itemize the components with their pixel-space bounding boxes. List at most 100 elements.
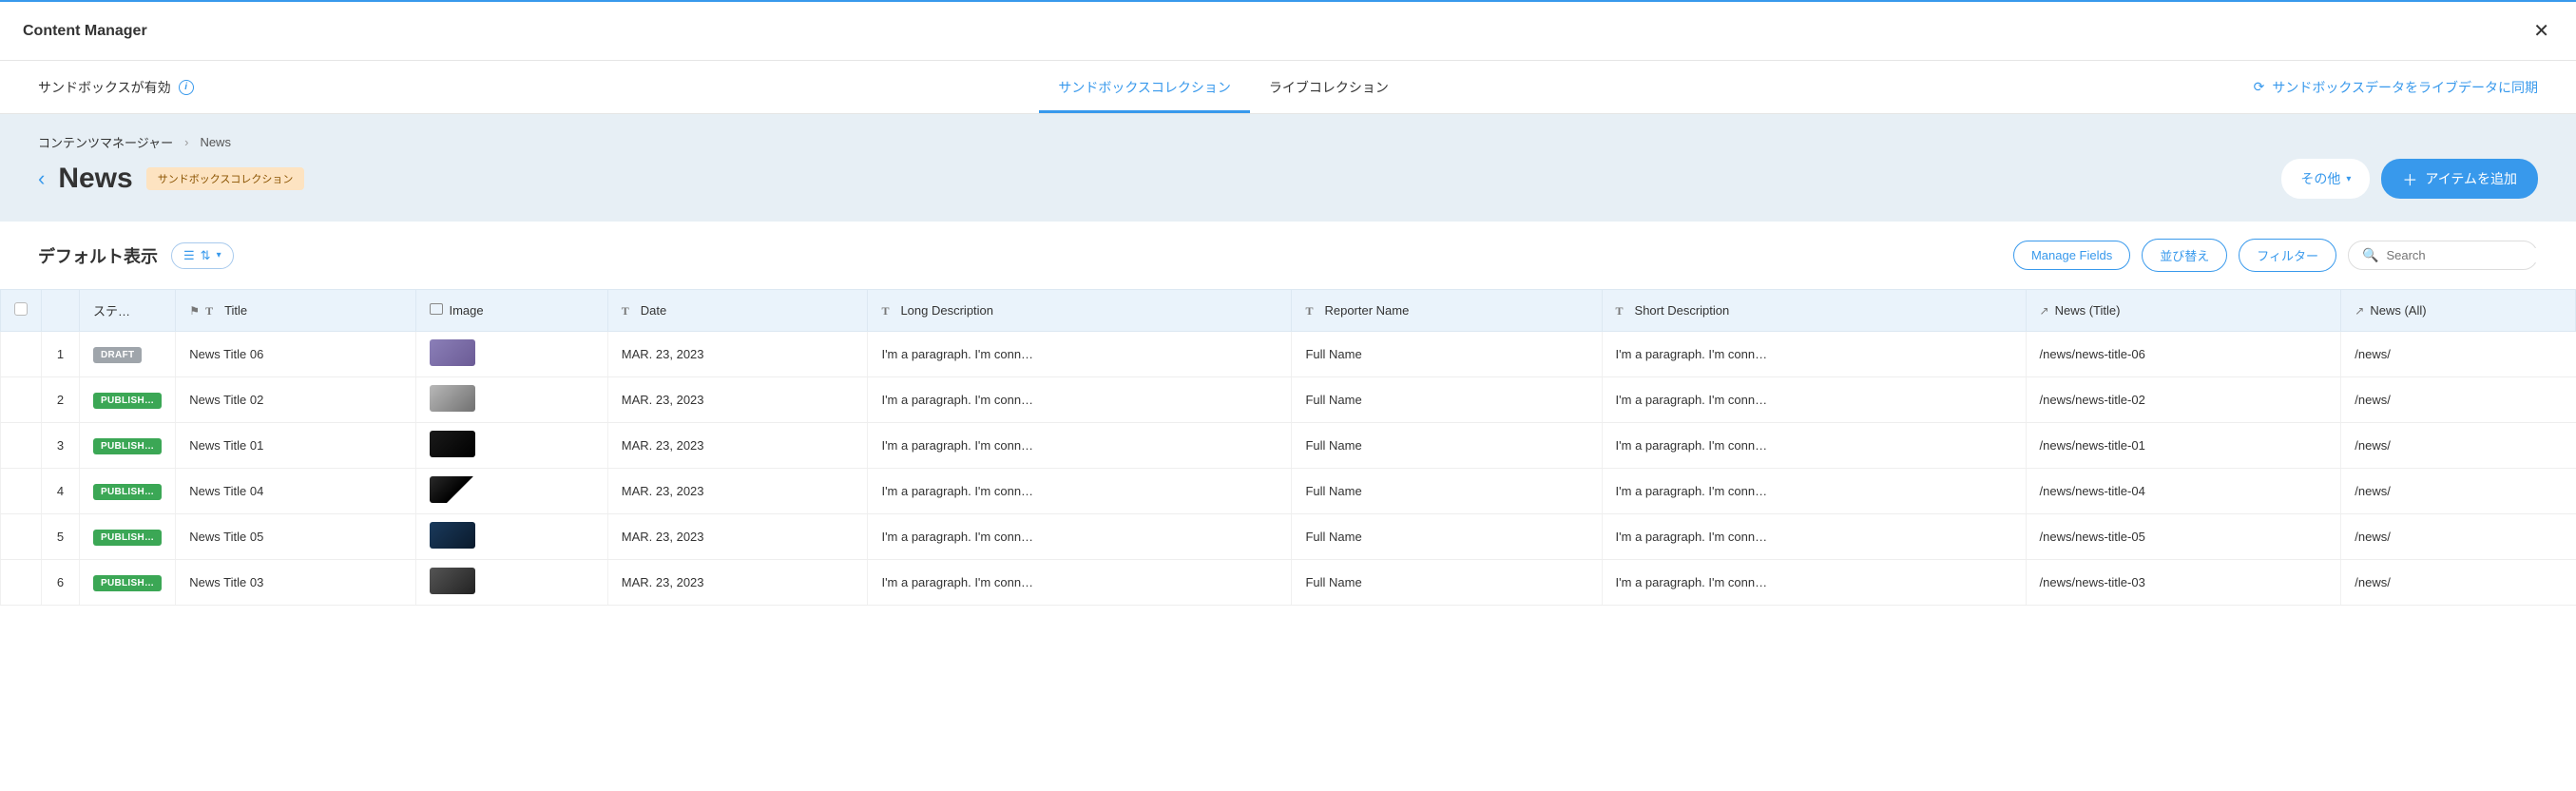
col-short-description[interactable]: TShort Description [1602, 290, 2026, 332]
filter-button[interactable]: フィルター [2239, 239, 2336, 272]
cell-number: 2 [42, 377, 80, 423]
plus-icon: ＋ [2402, 167, 2417, 190]
cell-title[interactable]: News Title 03 [176, 560, 416, 606]
table-row[interactable]: 5 PUBLISH… News Title 05 MAR. 23, 2023 I… [1, 514, 2576, 560]
cell-number: 6 [42, 560, 80, 606]
cell-status: PUBLISH… [80, 514, 176, 560]
col-news-title[interactable]: ↗News (Title) [2026, 290, 2341, 332]
cell-news-title-link[interactable]: /news/news-title-01 [2026, 423, 2341, 469]
cell-title[interactable]: News Title 05 [176, 514, 416, 560]
col-image[interactable]: Image [416, 290, 607, 332]
view-selector[interactable]: ☰ ⇅ ▾ [171, 242, 234, 269]
cell-title[interactable]: News Title 04 [176, 469, 416, 514]
cell-news-title-link[interactable]: /news/news-title-06 [2026, 332, 2341, 377]
cell-news-title-link[interactable]: /news/news-title-02 [2026, 377, 2341, 423]
cell-status: PUBLISH… [80, 423, 176, 469]
external-link-icon: ↗ [2040, 304, 2049, 318]
add-item-button[interactable]: ＋ アイテムを追加 [2381, 159, 2538, 199]
cell-reporter: Full Name [1292, 332, 1602, 377]
col-status[interactable]: ステ… [80, 290, 176, 332]
close-icon[interactable]: ✕ [2529, 15, 2553, 47]
cell-image[interactable] [416, 377, 607, 423]
cell-short-description: I'm a paragraph. I'm conn… [1602, 469, 2026, 514]
col-reporter-name[interactable]: TReporter Name [1292, 290, 1602, 332]
cell-news-title-link[interactable]: /news/news-title-04 [2026, 469, 2341, 514]
collection-tabs: サンドボックスコレクション ライブコレクション [1039, 61, 1408, 113]
search-box[interactable]: 🔍 [2348, 241, 2538, 270]
cell-short-description: I'm a paragraph. I'm conn… [1602, 377, 2026, 423]
col-long-description[interactable]: TLong Description [868, 290, 1292, 332]
thumbnail-image [430, 385, 475, 412]
cell-title[interactable]: News Title 01 [176, 423, 416, 469]
cell-status: PUBLISH… [80, 560, 176, 606]
page-header: ‹ News サンドボックスコレクション その他 ▾ ＋ アイテムを追加 [38, 159, 2538, 199]
search-icon: 🔍 [2362, 247, 2378, 263]
cell-news-all-link[interactable]: /news/ [2341, 560, 2576, 606]
cell-title[interactable]: News Title 02 [176, 377, 416, 423]
text-icon: T [881, 304, 894, 318]
other-button[interactable]: その他 ▾ [2281, 159, 2370, 199]
text-icon: T [1616, 304, 1629, 318]
cell-long-description: I'm a paragraph. I'm conn… [868, 377, 1292, 423]
app-title: Content Manager [23, 23, 147, 40]
status-badge: PUBLISH… [93, 575, 162, 591]
cell-reporter: Full Name [1292, 514, 1602, 560]
status-badge: PUBLISH… [93, 393, 162, 409]
other-button-label: その他 [2300, 169, 2340, 188]
cell-image[interactable] [416, 423, 607, 469]
cell-news-all-link[interactable]: /news/ [2341, 469, 2576, 514]
table-row[interactable]: 6 PUBLISH… News Title 03 MAR. 23, 2023 I… [1, 560, 2576, 606]
sync-icon: ⟳ [2254, 79, 2265, 95]
cell-news-all-link[interactable]: /news/ [2341, 423, 2576, 469]
cell-title[interactable]: News Title 06 [176, 332, 416, 377]
search-input[interactable] [2386, 248, 2553, 262]
sort-button[interactable]: 並び替え [2142, 239, 2227, 272]
text-icon: T [622, 304, 635, 318]
cell-date: MAR. 23, 2023 [607, 423, 868, 469]
table-row[interactable]: 4 PUBLISH… News Title 04 MAR. 23, 2023 I… [1, 469, 2576, 514]
flag-icon: ⚑ [189, 304, 200, 318]
cell-date: MAR. 23, 2023 [607, 514, 868, 560]
tab-live-collection[interactable]: ライブコレクション [1250, 61, 1408, 113]
breadcrumb-root[interactable]: コンテンツマネージャー [38, 133, 173, 151]
cell-short-description: I'm a paragraph. I'm conn… [1602, 560, 2026, 606]
add-item-label: アイテムを追加 [2425, 169, 2517, 188]
cell-long-description: I'm a paragraph. I'm conn… [868, 423, 1292, 469]
col-news-all[interactable]: ↗News (All) [2341, 290, 2576, 332]
tab-sandbox-collection[interactable]: サンドボックスコレクション [1039, 61, 1250, 113]
cell-news-all-link[interactable]: /news/ [2341, 332, 2576, 377]
table-row[interactable]: 2 PUBLISH… News Title 02 MAR. 23, 2023 I… [1, 377, 2576, 423]
cell-image[interactable] [416, 514, 607, 560]
status-badge: PUBLISH… [93, 438, 162, 454]
select-all-checkbox[interactable] [14, 302, 28, 316]
cell-news-all-link[interactable]: /news/ [2341, 377, 2576, 423]
text-icon: T [1305, 304, 1318, 318]
cell-news-title-link[interactable]: /news/news-title-03 [2026, 560, 2341, 606]
cell-status: PUBLISH… [80, 469, 176, 514]
manage-fields-button[interactable]: Manage Fields [2013, 241, 2130, 270]
cell-date: MAR. 23, 2023 [607, 377, 868, 423]
back-chevron-icon[interactable]: ‹ [38, 166, 45, 191]
cell-image[interactable] [416, 332, 607, 377]
cell-reporter: Full Name [1292, 423, 1602, 469]
chevron-down-icon: ▾ [217, 250, 221, 260]
col-date[interactable]: TDate [607, 290, 868, 332]
page-title: News [58, 163, 132, 195]
cell-image[interactable] [416, 469, 607, 514]
cell-news-title-link[interactable]: /news/news-title-05 [2026, 514, 2341, 560]
view-bar: デフォルト表示 ☰ ⇅ ▾ Manage Fields 並び替え フィルター 🔍 [0, 222, 2576, 289]
cell-checkbox [1, 560, 42, 606]
cell-long-description: I'm a paragraph. I'm conn… [868, 560, 1292, 606]
sync-data-link[interactable]: ⟳ サンドボックスデータをライブデータに同期 [2254, 78, 2538, 97]
table-wrapper[interactable]: ステ… ⚑TTitle Image TDate TLong Descriptio… [0, 289, 2576, 606]
table-row[interactable]: 3 PUBLISH… News Title 01 MAR. 23, 2023 I… [1, 423, 2576, 469]
col-title[interactable]: ⚑TTitle [176, 290, 416, 332]
info-icon[interactable]: i [179, 80, 194, 95]
cell-reporter: Full Name [1292, 469, 1602, 514]
view-label: デフォルト表示 [38, 243, 158, 268]
cell-news-all-link[interactable]: /news/ [2341, 514, 2576, 560]
cell-long-description: I'm a paragraph. I'm conn… [868, 514, 1292, 560]
table-row[interactable]: 1 DRAFT News Title 06 MAR. 23, 2023 I'm … [1, 332, 2576, 377]
cell-long-description: I'm a paragraph. I'm conn… [868, 332, 1292, 377]
cell-image[interactable] [416, 560, 607, 606]
